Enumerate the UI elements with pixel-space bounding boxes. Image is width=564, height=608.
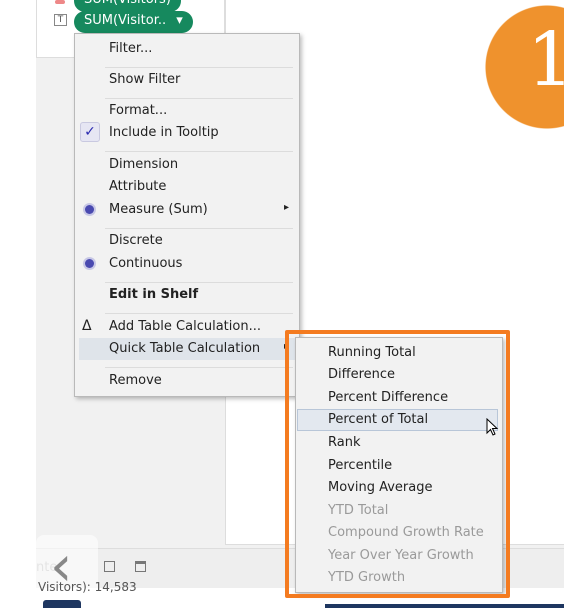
divider (105, 151, 293, 152)
radio-selected-icon (85, 205, 94, 214)
divider (105, 67, 293, 68)
step-number: 1 (527, 17, 564, 103)
checkmark-icon: ✓ (80, 122, 100, 142)
menu-item-quick-table-calculation[interactable]: Quick Table Calculation (109, 341, 260, 356)
menu-item-add-table-calculation[interactable]: Add Table Calculation... (109, 319, 261, 334)
menu-item-dimension[interactable]: Dimension (109, 157, 178, 172)
dark-panel (325, 604, 564, 608)
field-context-menu: Filter... Show Filter Format... ✓ Includ… (74, 33, 300, 397)
menu-item-remove[interactable]: Remove (109, 373, 162, 388)
divider (105, 228, 293, 229)
divider (105, 98, 293, 99)
radio-selected-icon (85, 259, 94, 268)
field-pill-sum-visitors[interactable]: SUM(Visitor.. ▾ (74, 11, 193, 33)
menu-item-measure-sum[interactable]: Measure (Sum) (109, 202, 208, 217)
divider (105, 367, 293, 368)
new-story-icon[interactable] (135, 561, 146, 572)
submenu-arrow-icon: ▸ (283, 202, 289, 213)
new-dashboard-icon[interactable] (104, 561, 115, 572)
pill-label: SUM(Visitor.. (84, 13, 167, 28)
menu-item-format[interactable]: Format... (109, 103, 167, 118)
menu-item-discrete[interactable]: Discrete (109, 233, 163, 248)
menu-item-continuous[interactable]: Continuous (109, 256, 182, 271)
menu-item-edit-in-shelf[interactable]: Edit in Shelf (109, 287, 198, 302)
status-text: Visitors): 14,583 (38, 580, 137, 594)
divider (105, 313, 293, 314)
delta-icon: Δ (82, 318, 92, 334)
divider (105, 282, 293, 283)
menu-item-show-filter[interactable]: Show Filter (109, 72, 180, 87)
color-icon (55, 0, 65, 4)
highlight-frame (285, 330, 510, 598)
menu-item-filter[interactable]: Filter... (109, 41, 152, 56)
dropdown-arrow-icon[interactable]: ▾ (176, 13, 183, 28)
mouse-cursor-icon (486, 418, 499, 436)
menu-item-attribute[interactable]: Attribute (109, 179, 166, 194)
text-mark-icon: T (54, 14, 67, 26)
menu-item-include-in-tooltip[interactable]: Include in Tooltip (109, 125, 219, 140)
step-badge: 1 (485, 5, 564, 129)
